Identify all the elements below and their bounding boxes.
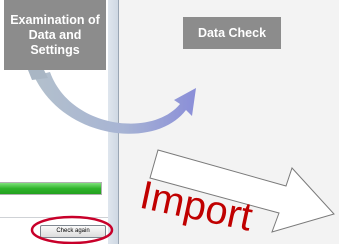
diagram-canvas: Check again Examination of Data and Sett… bbox=[0, 0, 339, 244]
check-again-highlight bbox=[30, 215, 114, 244]
examination-label: Examination of Data and Settings bbox=[10, 12, 100, 57]
data-check-box: Data Check bbox=[183, 17, 281, 49]
examination-box: Examination of Data and Settings bbox=[4, 0, 106, 70]
data-check-label: Data Check bbox=[197, 25, 267, 40]
cycle-arrow bbox=[34, 72, 196, 134]
